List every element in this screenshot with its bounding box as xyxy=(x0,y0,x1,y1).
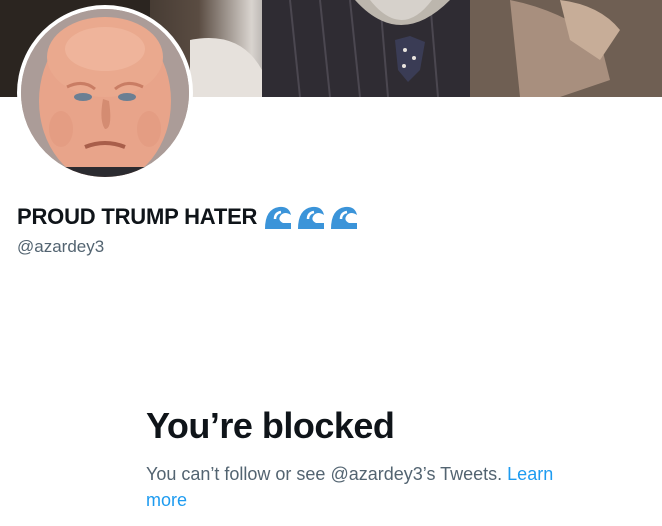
profile-display-name: PROUD TRUMP HATER xyxy=(17,203,359,231)
display-name-text: PROUD TRUMP HATER xyxy=(17,204,258,229)
avatar-image xyxy=(21,9,189,177)
wave-emoji-icon xyxy=(265,206,292,229)
profile-handle: @azardey3 xyxy=(17,237,105,256)
name-emoji-group xyxy=(263,203,359,231)
blocked-message-text: You can’t follow or see @azardey3’s Twee… xyxy=(146,464,503,484)
profile-avatar[interactable] xyxy=(17,5,193,181)
wave-emoji-icon xyxy=(331,206,358,229)
wave-emoji-icon xyxy=(298,206,325,229)
blocked-message: You can’t follow or see @azardey3’s Twee… xyxy=(146,461,596,513)
blocked-title: You’re blocked xyxy=(146,405,395,446)
